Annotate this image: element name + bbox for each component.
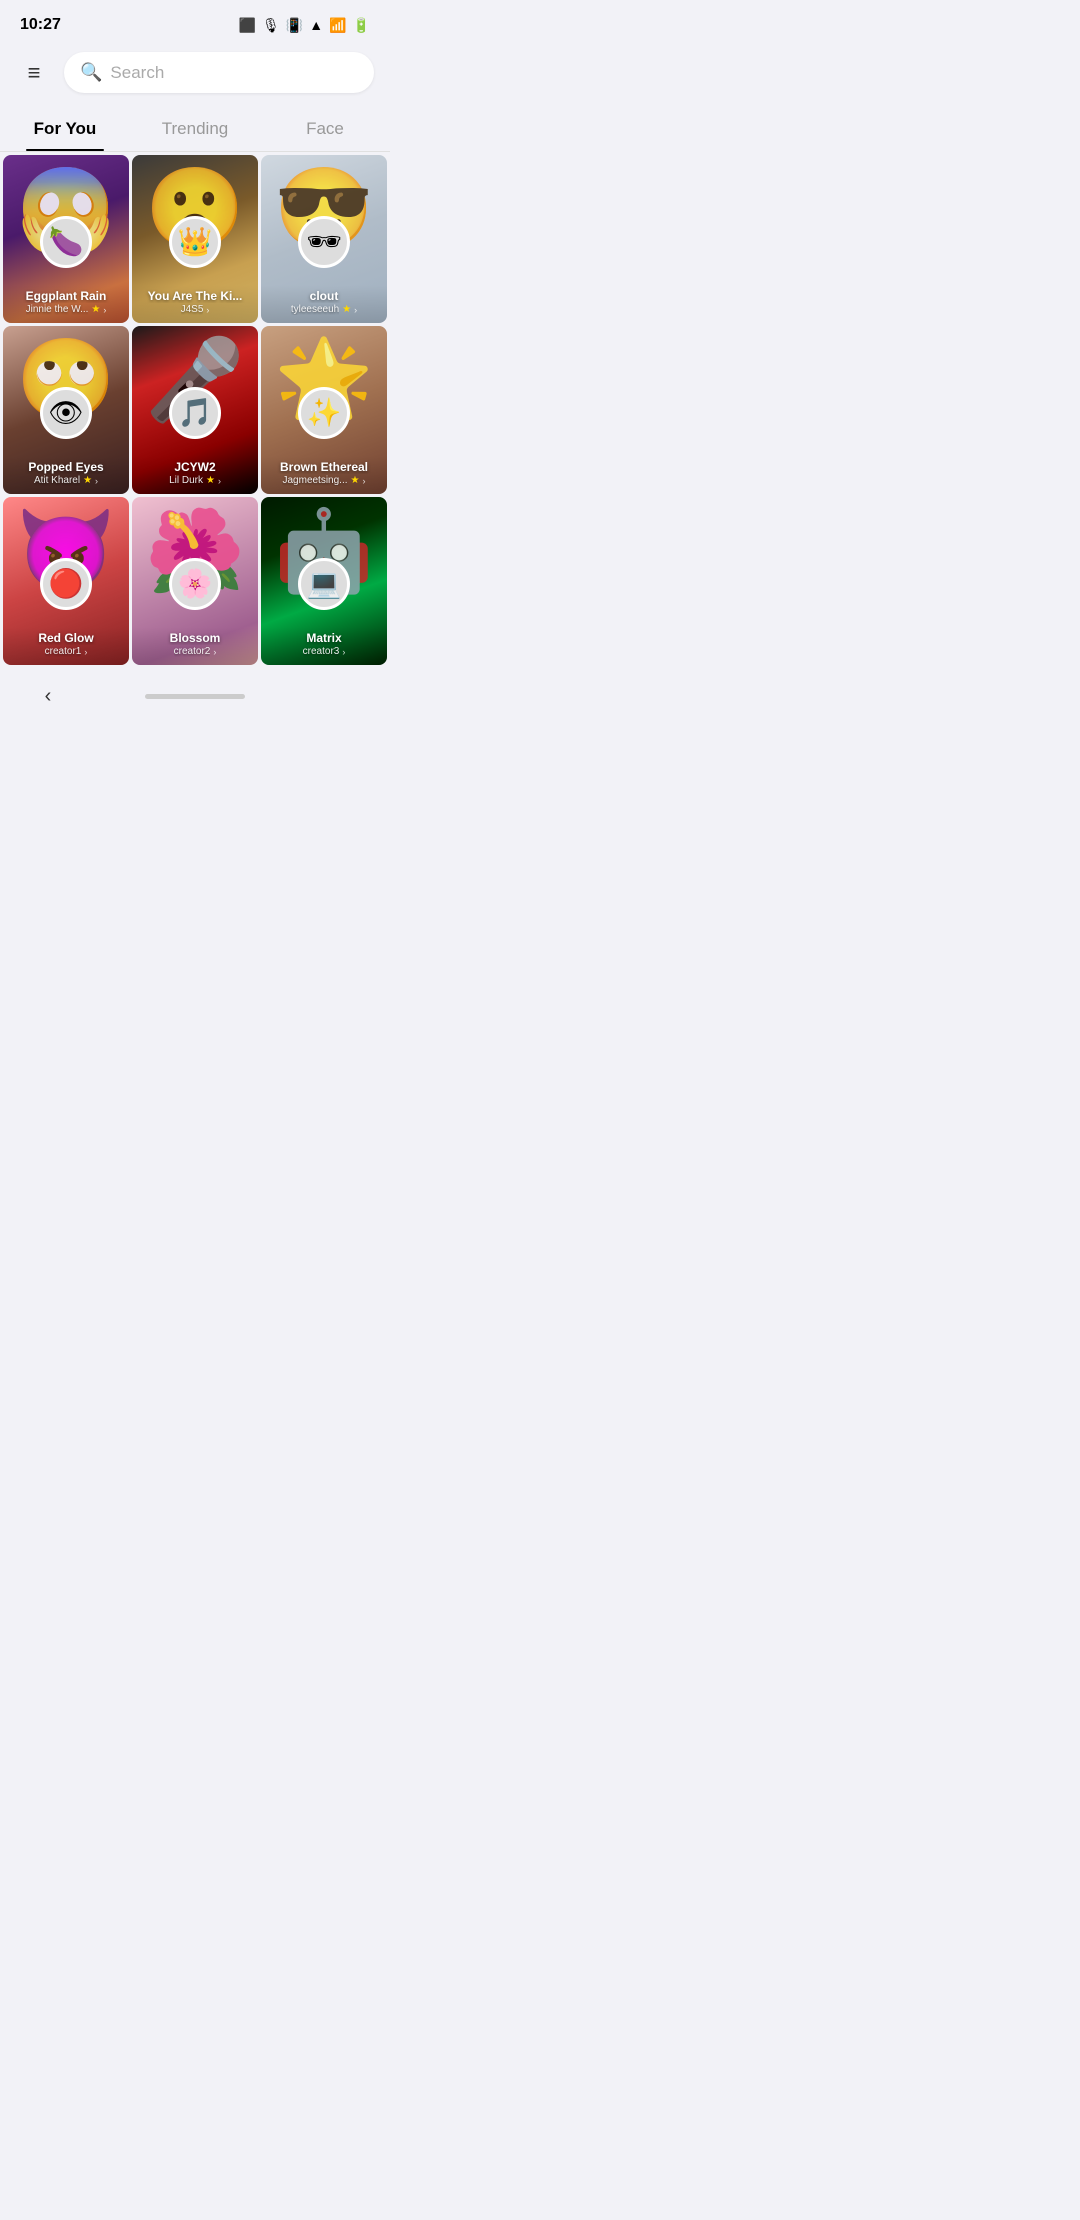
verified-badge: ★ (83, 475, 92, 486)
verified-badge: ★ (91, 304, 100, 315)
filter-info: Matrixcreator3› (261, 627, 387, 665)
verified-badge: ★ (342, 304, 351, 315)
filter-author-name: J4S5 (181, 304, 204, 315)
filter-avatar: 💻 (298, 558, 350, 610)
author-arrow-icon: › (342, 647, 345, 657)
filter-title: Red Glow (9, 631, 123, 645)
status-time: 10:27 (20, 16, 61, 34)
filter-author: creator1› (9, 646, 123, 657)
author-arrow-icon: › (354, 305, 357, 315)
wifi-icon: ▲ (309, 17, 323, 33)
filter-info: clouttyleeseeuh★› (261, 285, 387, 323)
filter-author-name: creator3 (303, 646, 340, 657)
filter-author: J4S5› (138, 304, 252, 315)
filter-info: Blossomcreator2› (132, 627, 258, 665)
filter-author-name: Jagmeetsing... (282, 475, 347, 486)
filter-card-clout[interactable]: 😎🕶clouttyleeseeuh★› (261, 155, 387, 323)
header: ≡ 🔍 Search (0, 44, 390, 101)
filter-avatar: ✨ (298, 387, 350, 439)
mic-icon: 🎙 (262, 17, 280, 34)
search-icon: 🔍 (80, 62, 102, 83)
filter-info: JCYW2Lil Durk★› (132, 456, 258, 494)
filter-title: Matrix (267, 631, 381, 645)
nav-back-button[interactable]: ‹ (30, 678, 66, 714)
filter-author: creator3› (267, 646, 381, 657)
filter-author-name: Jinnie the W... (26, 304, 89, 315)
filter-info: Popped EyesAtit Kharel★› (3, 456, 129, 494)
filter-author: tyleeseeuh★› (267, 304, 381, 315)
filter-card-brown-ethereal[interactable]: 🌟✨Brown EtherealJagmeetsing...★› (261, 326, 387, 494)
search-bar[interactable]: 🔍 Search (64, 52, 374, 93)
filter-card-matrix[interactable]: 🤖💻Matrixcreator3› (261, 497, 387, 665)
tabs-bar: For You Trending Face (0, 101, 390, 152)
filter-avatar: 🍆 (40, 216, 92, 268)
filter-card-you-are-the-king[interactable]: 😮👑You Are The Ki...J4S5› (132, 155, 258, 323)
filter-card-eggplant-rain[interactable]: 😱🍆Eggplant RainJinnie the W...★› (3, 155, 129, 323)
verified-badge: ★ (351, 475, 360, 486)
filter-avatar: 🕶 (298, 216, 350, 268)
filter-title: Blossom (138, 631, 252, 645)
filter-author-name: creator2 (174, 646, 211, 657)
filter-author: creator2› (138, 646, 252, 657)
search-placeholder: Search (110, 63, 164, 83)
author-arrow-icon: › (218, 476, 221, 486)
tab-trending[interactable]: Trending (130, 109, 260, 151)
author-arrow-icon: › (95, 476, 98, 486)
notification-icon: ⬛ (239, 17, 256, 34)
author-arrow-icon: › (206, 305, 209, 315)
filter-author: Atit Kharel★› (9, 475, 123, 486)
filter-title: Popped Eyes (9, 460, 123, 474)
home-indicator[interactable] (145, 694, 245, 699)
filter-title: Brown Ethereal (267, 460, 381, 474)
filter-info: Brown EtherealJagmeetsing... ★› (261, 456, 387, 494)
filter-author-name: tyleeseeuh (291, 304, 339, 315)
author-arrow-icon: › (363, 476, 366, 486)
filter-card-popped-eyes[interactable]: 🙄👁Popped EyesAtit Kharel★› (3, 326, 129, 494)
filter-author-name: Atit Kharel (34, 475, 80, 486)
filter-info: You Are The Ki...J4S5› (132, 285, 258, 323)
author-arrow-icon: › (213, 647, 216, 657)
status-bar: 10:27 ⬛ 🎙 📳 ▲ 📶 🔋 (0, 0, 390, 44)
verified-badge: ★ (206, 475, 215, 486)
filter-title: clout (267, 289, 381, 303)
vibrate-icon: 📳 (286, 17, 303, 34)
filter-author: Jagmeetsing... ★› (267, 475, 381, 486)
filter-avatar: 🎵 (169, 387, 221, 439)
author-arrow-icon: › (103, 305, 106, 315)
author-arrow-icon: › (84, 647, 87, 657)
status-icons: ⬛ 🎙 📳 ▲ 📶 🔋 (239, 17, 370, 34)
back-button[interactable]: ≡ (16, 55, 52, 91)
filter-info: Red Glowcreator1› (3, 627, 129, 665)
filter-title: Eggplant Rain (9, 289, 123, 303)
filter-avatar: 🌸 (169, 558, 221, 610)
filter-card-jcyw2[interactable]: 🎤🎵JCYW2Lil Durk★› (132, 326, 258, 494)
signal-icon: 📶 (329, 17, 346, 34)
filter-author: Lil Durk★› (138, 475, 252, 486)
filter-avatar: 👁 (40, 387, 92, 439)
filter-avatar: 👑 (169, 216, 221, 268)
tab-face[interactable]: Face (260, 109, 390, 151)
tab-for-you[interactable]: For You (0, 109, 130, 151)
filter-card-blossom[interactable]: 🌺🌸Blossomcreator2› (132, 497, 258, 665)
filter-author: Jinnie the W...★› (9, 304, 123, 315)
filter-grid: 😱🍆Eggplant RainJinnie the W...★›😮👑You Ar… (0, 152, 390, 668)
filter-card-red-glow[interactable]: 😈🔴Red Glowcreator1› (3, 497, 129, 665)
filter-title: You Are The Ki... (138, 289, 252, 303)
filter-info: Eggplant RainJinnie the W...★› (3, 285, 129, 323)
filter-title: JCYW2 (138, 460, 252, 474)
menu-icon: ≡ (28, 60, 41, 86)
filter-author-name: Lil Durk (169, 475, 203, 486)
battery-icon: 🔋 (353, 17, 370, 34)
filter-avatar: 🔴 (40, 558, 92, 610)
filter-author-name: creator1 (45, 646, 82, 657)
bottom-nav: ‹ (0, 668, 390, 734)
